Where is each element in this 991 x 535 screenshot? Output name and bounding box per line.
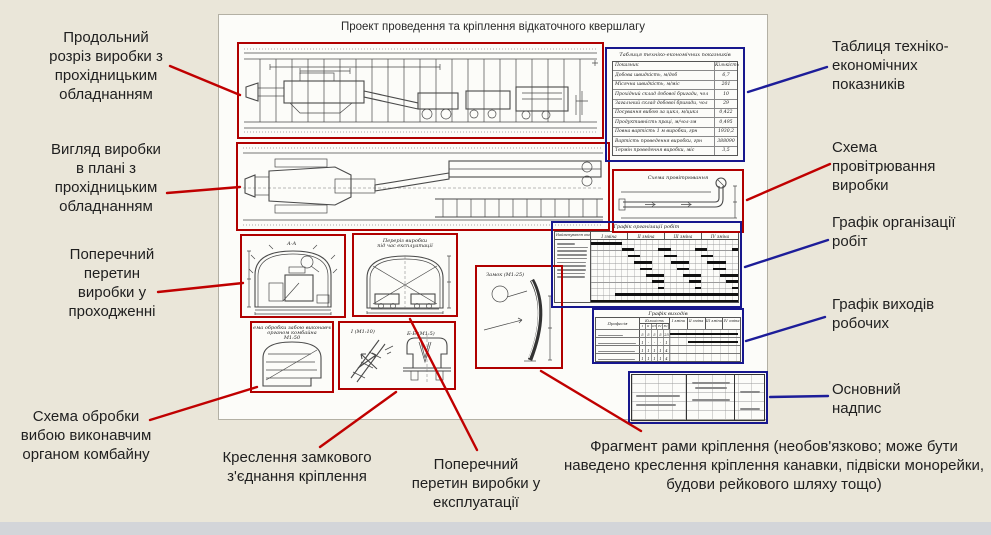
callout-lock-joint: Креслення замкового з'єднання кріплення [216,448,378,486]
highlight-cross-section-operation [352,233,458,317]
highlight-lock-joint [338,321,456,390]
callout-org-chart: Графік організації робіт [832,213,978,251]
callout-vent-scheme: Схема провітрювання виробки [832,138,964,195]
callout-longitudinal-section: Продольний розріз виробки з прохідницьки… [45,28,167,104]
highlight-tech-table [605,47,745,162]
highlight-workers-chart [592,308,744,364]
callout-tech-table: Таблиця техніко-економічних показників [832,37,964,94]
callout-face-scheme: Схема обробки вибою виконавчим органом к… [10,407,162,464]
callout-cross-section-operation: Поперечний перетин виробки у експлуатаці… [406,455,546,512]
highlight-org-chart [551,221,742,308]
footer-bar [0,522,991,535]
sheet-title: Проект проведення та кріплення відкаточн… [218,21,768,33]
callout-plan-view: Вигляд виробки в плані з прохідницьким о… [45,140,167,216]
highlight-title-block [628,371,768,424]
highlight-frame-fragment [475,265,563,369]
callout-frame-fragment: Фрагмент рами кріплення (необов'язково; … [563,437,985,494]
highlight-cross-section-driving [240,234,346,318]
highlight-longitudinal-section [237,42,604,139]
slide: { "page": { "background": "#eae6d9", "fo… [0,0,991,535]
callout-workers-chart: Графік виходів робочих [832,295,952,333]
highlight-plan-view [236,142,610,231]
highlight-face-scheme [250,321,334,393]
callout-title-block: Основний надпис [832,380,932,418]
leader-title-block [770,396,828,397]
callout-cross-section-driving: Поперечний перетин виробки у проходженні [66,245,158,321]
